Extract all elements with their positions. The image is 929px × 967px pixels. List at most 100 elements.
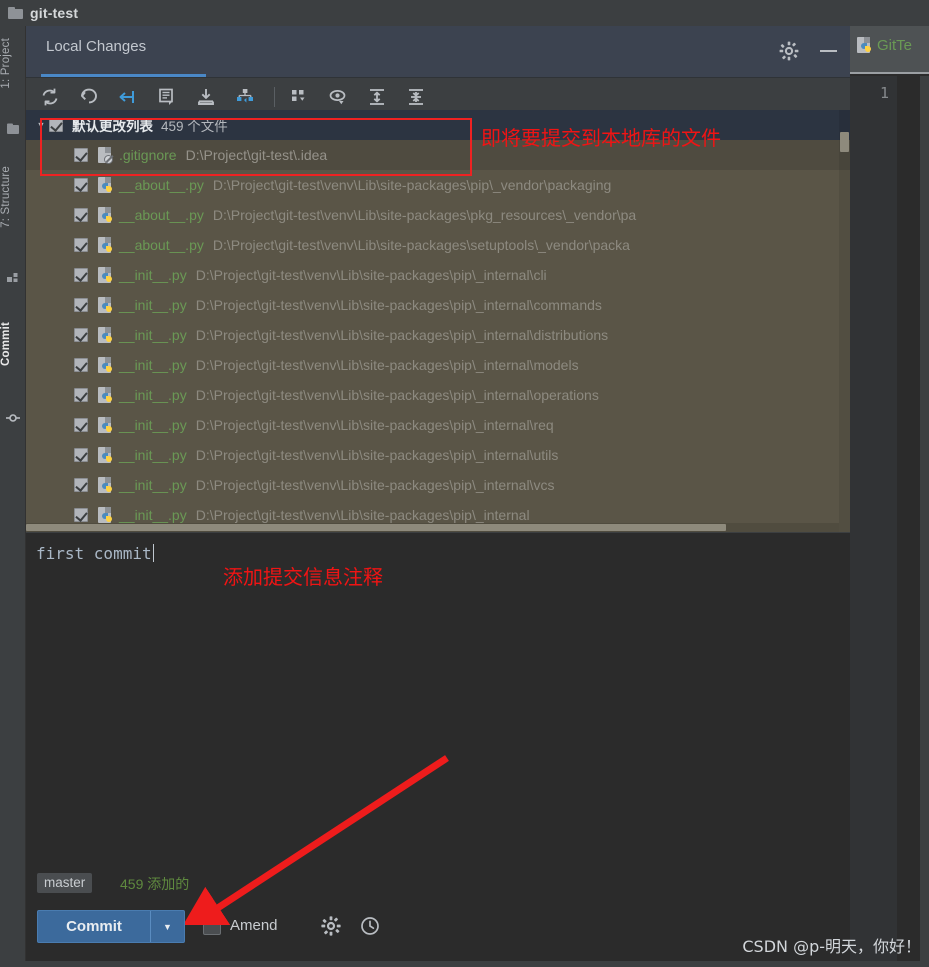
changelist-row[interactable]: ▼ 默认更改列表 459 个文件: [26, 110, 850, 140]
move-to-another-changelist-icon[interactable]: [234, 86, 256, 108]
file-path: D:\Project\git-test\venv\Lib\site-packag…: [195, 267, 547, 283]
annotation-text-message: 添加提交信息注释: [223, 565, 383, 589]
table-row[interactable]: __init__.py D:\Project\git-test\venv\Lib\…: [26, 440, 850, 470]
sidebar-item-structure[interactable]: 7: Structure: [0, 166, 26, 228]
table-row[interactable]: __about__.py D:\Project\git-test\venv\Lib…: [26, 170, 850, 200]
table-row[interactable]: __about__.py D:\Project\git-test\venv\Lib…: [26, 200, 850, 230]
changelist-checkbox[interactable]: [49, 118, 63, 132]
commit-message-value: first commit: [36, 544, 152, 563]
python-file-icon: [98, 236, 113, 254]
tab-active-underline: [41, 74, 206, 77]
file-checkbox[interactable]: [74, 238, 88, 252]
added-count-label: 459 添加的: [120, 876, 190, 892]
changelist-file-count: 459 个文件: [161, 119, 228, 134]
commit-message-editor[interactable]: first commit: [26, 533, 850, 865]
table-row[interactable]: __init__.py D:\Project\git-test\venv\Lib\…: [26, 290, 850, 320]
file-name: __about__.py: [119, 177, 204, 193]
settings-icon[interactable]: [778, 40, 800, 62]
table-row[interactable]: __init__.py D:\Project\git-test\venv\Lib\…: [26, 470, 850, 500]
file-checkbox[interactable]: [74, 508, 88, 522]
shelve-icon[interactable]: [195, 86, 217, 108]
chevron-down-icon[interactable]: ▼: [33, 120, 49, 130]
python-file-icon: [98, 506, 113, 524]
window-titlebar: git-test: [0, 0, 929, 26]
editor-panel: GitTe 1: [850, 26, 929, 967]
file-checkbox[interactable]: [74, 478, 88, 492]
file-checkbox[interactable]: [74, 418, 88, 432]
clock-icon[interactable]: [359, 915, 381, 937]
file-checkbox[interactable]: [74, 388, 88, 402]
table-row[interactable]: .gitignore D:\Project\git-test\.idea: [26, 140, 850, 170]
commit-button-label: Commit: [66, 918, 122, 935]
editor-line-gutter: 1: [850, 76, 897, 967]
table-row[interactable]: __init__.py D:\Project\git-test\venv\Lib\…: [26, 320, 850, 350]
gear-icon[interactable]: [320, 915, 342, 937]
group-by-icon[interactable]: [288, 86, 310, 108]
folder-icon: [8, 7, 23, 19]
editor-scrollbar[interactable]: [920, 76, 929, 967]
chevron-down-icon[interactable]: ▼: [150, 911, 184, 942]
file-path: D:\Project\git-test\venv\Lib\site-packag…: [212, 237, 630, 253]
ide-window: git-test 1: Project 7: Structure Commit: [0, 0, 929, 967]
file-checkbox[interactable]: [74, 208, 88, 222]
table-row[interactable]: __init__.py D:\Project\git-test\venv\Lib\…: [26, 260, 850, 290]
file-name: __init__.py: [119, 477, 187, 493]
preview-diff-icon[interactable]: [327, 86, 349, 108]
python-file-icon: [98, 356, 113, 374]
file-checkbox[interactable]: [74, 298, 88, 312]
python-file-icon: [98, 416, 113, 434]
file-path: D:\Project\git-test\venv\Lib\site-packag…: [195, 297, 602, 313]
file-name: __init__.py: [119, 327, 187, 343]
commit-icon: [6, 411, 20, 425]
file-name: __about__.py: [119, 207, 204, 223]
amend-label: Amend: [230, 917, 278, 934]
expand-all-icon[interactable]: [366, 86, 388, 108]
file-checkbox[interactable]: [74, 148, 88, 162]
editor-tab[interactable]: GitTe: [857, 37, 912, 54]
python-file-icon: [98, 296, 113, 314]
file-name: __init__.py: [119, 507, 187, 523]
table-row[interactable]: __init__.py D:\Project\git-test\venv\Lib\…: [26, 380, 850, 410]
list-vertical-scrollbar-thumb[interactable]: [840, 132, 849, 152]
collapse-all-icon[interactable]: [405, 86, 427, 108]
list-horizontal-scrollbar[interactable]: [26, 523, 839, 532]
file-name: __init__.py: [119, 417, 187, 433]
refresh-icon[interactable]: [39, 86, 61, 108]
show-changelist-icon[interactable]: [156, 86, 178, 108]
file-name: __init__.py: [119, 297, 187, 313]
list-vertical-scrollbar[interactable]: [839, 110, 850, 532]
file-checkbox[interactable]: [74, 178, 88, 192]
commit-button[interactable]: Commit ▼: [37, 910, 185, 943]
branch-badge: master: [37, 873, 93, 893]
annotation-text-files: 即将要提交到本地库的文件: [481, 126, 721, 150]
file-path: D:\Project\git-test\venv\Lib\site-packag…: [195, 387, 599, 403]
file-checkbox[interactable]: [74, 358, 88, 372]
show-diff-icon[interactable]: [117, 86, 139, 108]
sidebar-item-project[interactable]: 1: Project: [0, 38, 26, 89]
folder-icon: [6, 122, 20, 136]
file-path: D:\Project\git-test\venv\Lib\site-packag…: [212, 207, 637, 223]
python-file-icon: [857, 37, 872, 54]
file-checkbox[interactable]: [74, 328, 88, 342]
python-file-icon: [98, 476, 113, 494]
gitignore-file-icon: [98, 146, 113, 164]
rollback-icon[interactable]: [78, 86, 100, 108]
python-file-icon: [98, 386, 113, 404]
python-file-icon: [98, 446, 113, 464]
file-rows-container: __about__.py D:\Project\git-test\venv\Lib…: [26, 170, 850, 530]
file-path: D:\Project\git-test\venv\Lib\site-packag…: [195, 507, 530, 523]
amend-checkbox[interactable]: [203, 917, 221, 935]
sidebar-item-commit[interactable]: Commit: [0, 322, 26, 366]
list-horizontal-scrollbar-thumb[interactable]: [26, 524, 726, 531]
table-row[interactable]: __about__.py D:\Project\git-test\venv\Lib…: [26, 230, 850, 260]
hide-icon[interactable]: [818, 40, 840, 62]
file-checkbox[interactable]: [74, 268, 88, 282]
file-path: D:\Project\git-test\venv\Lib\site-packag…: [195, 327, 609, 343]
toolbar-separator: [274, 87, 275, 107]
tab-local-changes[interactable]: Local Changes: [46, 38, 146, 55]
file-checkbox[interactable]: [74, 448, 88, 462]
file-path: D:\Project\git-test\venv\Lib\site-packag…: [195, 477, 555, 493]
changed-files-list[interactable]: ▼ 默认更改列表 459 个文件 .gitignore D:\Project\g…: [26, 110, 850, 532]
table-row[interactable]: __init__.py D:\Project\git-test\venv\Lib\…: [26, 350, 850, 380]
table-row[interactable]: __init__.py D:\Project\git-test\venv\Lib\…: [26, 410, 850, 440]
